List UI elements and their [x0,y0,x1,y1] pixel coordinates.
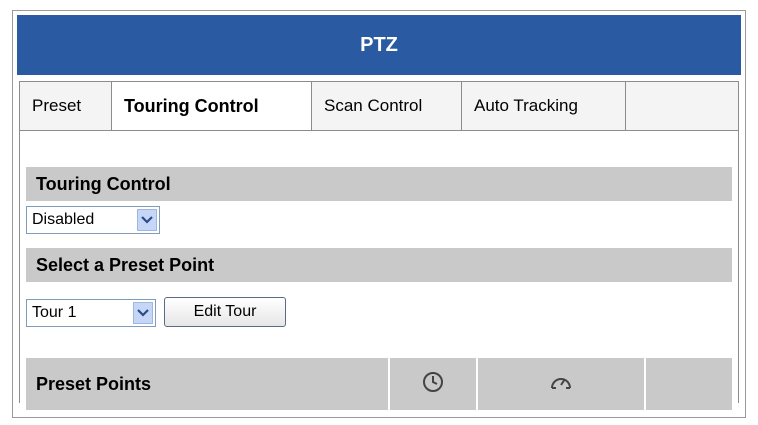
panel-title: PTZ [17,15,741,75]
dwell-time-column-header [390,358,478,410]
tour-select[interactable]: Tour 1 [26,299,156,327]
chevron-down-icon[interactable] [137,209,157,231]
speed-gauge-icon [549,372,573,397]
touring-control-heading: Touring Control [26,167,732,201]
ptz-panel: PTZ Preset Touring Control Scan Control … [12,10,746,418]
edit-tour-button[interactable]: Edit Tour [164,297,286,327]
select-preset-heading: Select a Preset Point [26,248,732,282]
blank-column-header [646,358,732,410]
tab-content: Touring Control Disabled Select a Preset… [19,131,739,410]
tab-auto-tracking[interactable]: Auto Tracking [462,82,626,130]
tab-bar-filler [626,82,738,130]
tab-preset[interactable]: Preset [20,82,112,130]
touring-mode-value: Disabled [32,211,95,228]
preset-points-column-header: Preset Points [26,358,390,410]
chevron-down-icon[interactable] [133,302,153,324]
tour-select-value: Tour 1 [32,304,77,321]
speed-column-header [478,358,646,410]
clock-icon [422,371,444,398]
touring-mode-select[interactable]: Disabled [26,206,160,234]
tab-touring-control[interactable]: Touring Control [112,82,312,130]
tab-scan-control[interactable]: Scan Control [312,82,462,130]
preset-points-table-header: Preset Points [26,358,732,410]
tab-bar: Preset Touring Control Scan Control Auto… [19,81,739,131]
